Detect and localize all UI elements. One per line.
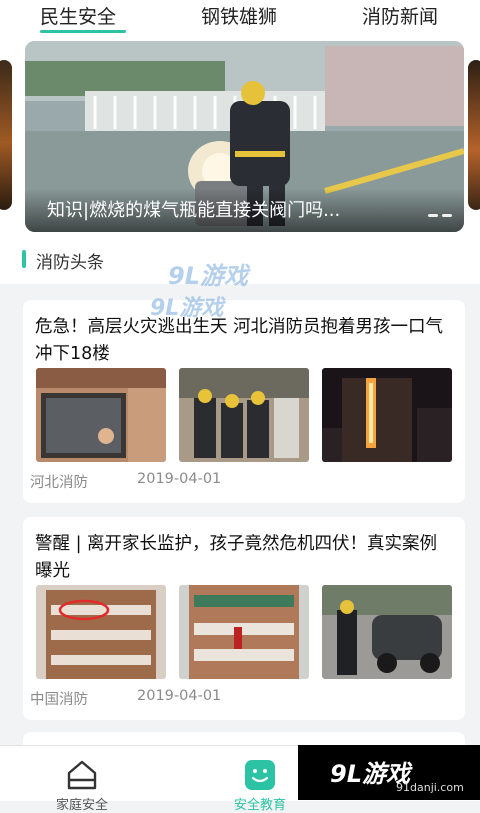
smile-icon [245,760,275,790]
news-thumbnail[interactable] [179,368,309,462]
news-date: 2019-04-01 [137,471,222,487]
news-title[interactable]: 危急！高层火灾逃出生天 河北消防员抱着男孩一口气冲下18楼 [35,314,445,368]
watermark-logo: 9L游戏 [150,296,224,321]
banner-caption[interactable]: 知识|燃烧的煤气瓶能直接关阀门吗... [47,196,407,222]
news-thumbnail[interactable] [322,368,452,462]
top-tab-bar: 民生安全 钢铁雄狮 消防新闻 [0,0,480,38]
news-thumbnail[interactable] [179,585,309,679]
tab-minsheng-anquan[interactable]: 民生安全 [40,2,116,29]
tab-xiaofang-xinwen[interactable]: 消防新闻 [362,2,438,29]
nav-label: 家庭安全 [55,798,108,813]
news-date: 2019-04-01 [137,688,222,704]
news-thumbnail[interactable] [36,368,166,462]
news-thumbnail[interactable] [36,585,166,679]
watermark-url: 91danji.com [396,781,464,794]
news-thumbnail[interactable] [322,585,452,679]
carousel-dot [428,214,438,217]
carousel-indicator [428,214,452,217]
next-banner-preview[interactable] [468,60,480,210]
tab-gangtie-xiongshi[interactable]: 钢铁雄狮 [201,2,277,29]
news-source: 中国消防 [30,692,88,708]
section-accent-bar [22,250,26,268]
home-icon [67,760,97,790]
news-source: 河北消防 [30,475,88,491]
news-thumbnails [36,368,452,462]
active-tab-indicator [40,30,126,33]
news-thumbnails [36,585,452,679]
section-title: 消防头条 [36,253,104,273]
carousel-dot [442,214,452,217]
banner-slide[interactable]: 知识|燃烧的煤气瓶能直接关阀门吗... [25,41,464,232]
news-card[interactable]: 危急！高层火灾逃出生天 河北消防员抱着男孩一口气冲下18楼 河北消防 2019-… [23,300,465,503]
nav-item-home-safety[interactable]: 家庭安全 [22,746,142,813]
banner-carousel[interactable]: 知识|燃烧的煤气瓶能直接关阀门吗... [0,38,480,238]
news-card[interactable]: 警醒 | 离开家长监护，孩子竟然危机四伏！真实案例曝光 中国消防 2019-04… [23,517,465,720]
watermark-logo: 9L游戏 [168,262,248,290]
prev-banner-preview[interactable] [0,60,12,210]
news-title[interactable]: 警醒 | 离开家长监护，孩子竟然危机四伏！真实案例曝光 [35,531,445,585]
